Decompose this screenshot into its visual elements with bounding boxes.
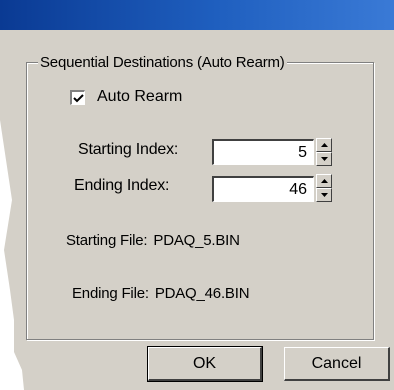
auto-rearm-checkbox[interactable]	[70, 89, 85, 105]
starting-file-label: Starting File:	[66, 232, 148, 249]
starting-index-label: Starting Index:	[78, 141, 179, 158]
arrow-down-icon	[321, 193, 328, 197]
ok-button[interactable]: OK	[147, 346, 263, 382]
ending-index-up-button[interactable]	[316, 174, 332, 188]
ending-index-spinner[interactable]	[316, 174, 332, 202]
starting-file-row: Starting File: PDAQ_5.BIN	[66, 232, 240, 249]
auto-rearm-row[interactable]: Auto Rearm	[70, 88, 182, 106]
ending-index-label: Ending Index:	[74, 177, 170, 194]
cancel-button[interactable]: Cancel	[284, 347, 390, 381]
starting-index-down-button[interactable]	[316, 152, 332, 166]
arrow-down-icon	[321, 157, 328, 161]
arrow-up-icon	[321, 179, 328, 183]
ending-index-input[interactable]	[212, 176, 314, 202]
groupbox-title: Sequential Destinations (Auto Rearm)	[38, 54, 287, 71]
starting-index-up-button[interactable]	[316, 138, 332, 152]
checkmark-icon	[73, 93, 84, 102]
title-bar-edge	[0, 30, 394, 40]
arrow-up-icon	[321, 143, 328, 147]
dialog-window: Sequential Destinations (Auto Rearm) Aut…	[0, 0, 394, 390]
starting-file-value: PDAQ_5.BIN	[153, 232, 240, 249]
auto-rearm-label: Auto Rearm	[97, 88, 183, 105]
starting-index-spinner[interactable]	[316, 138, 332, 166]
ending-file-row: Ending File: PDAQ_46.BIN	[72, 285, 250, 302]
ending-file-value: PDAQ_46.BIN	[154, 285, 250, 302]
ending-file-label: Ending File:	[72, 285, 149, 302]
starting-index-input[interactable]	[212, 139, 314, 165]
ending-index-down-button[interactable]	[316, 188, 332, 202]
